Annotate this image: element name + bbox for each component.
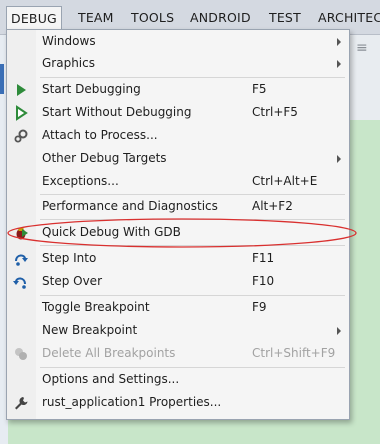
menu-item-label: Graphics [42,56,95,70]
menu-item-step-into[interactable]: Step Into F11 [7,247,349,270]
menu-item-shortcut: Ctrl+Alt+E [252,174,318,188]
background-area [350,120,380,444]
gdb-bug-icon [16,228,28,240]
menu-item-label: rust_application1 Properties... [42,395,222,409]
menu-android[interactable]: ANDROID [190,8,251,28]
debug-dropdown-menu: Windows Graphics Start Debugging F5 Star… [6,29,350,420]
menu-item-performance-diagnostics[interactable]: Performance and Diagnostics Alt+F2 [7,195,349,218]
wrench-icon [15,397,28,410]
menu-item-label: Performance and Diagnostics [42,199,218,213]
play-outline-icon [16,105,28,121]
menu-item-options-settings[interactable]: Options and Settings... [7,368,349,391]
menu-item-shortcut: F11 [252,251,275,265]
menu-separator [40,245,345,246]
menu-item-shortcut: Ctrl+F5 [252,105,298,119]
format-icon[interactable]: ≡ [356,40,368,56]
menu-item-label: Other Debug Targets [42,151,167,165]
menu-item-other-debug-targets[interactable]: Other Debug Targets [7,147,349,170]
menu-item-label: Step Into [42,251,97,265]
menu-item-shortcut: Ctrl+Shift+F9 [252,346,336,360]
menu-item-label: Toggle Breakpoint [42,300,150,314]
menu-item-quick-debug-gdb[interactable]: Quick Debug With GDB [7,221,349,244]
delete-breakpoints-icon [15,348,27,360]
gears-icon [14,129,28,143]
submenu-arrow-icon [337,38,341,46]
editor-left-marker [0,64,4,94]
menu-item-label: Quick Debug With GDB [42,225,181,239]
step-into-icon [15,254,28,266]
submenu-arrow-icon [337,60,341,68]
step-over-icon [13,277,26,289]
menu-item-attach-to-process[interactable]: Attach to Process... [7,124,349,147]
submenu-arrow-icon [337,327,341,335]
menu-item-shortcut: F5 [252,82,267,96]
menu-item-label: Step Over [42,274,102,288]
menu-item-start-debugging[interactable]: Start Debugging F5 [7,78,349,101]
menu-item-label: Options and Settings... [42,372,180,386]
menu-item-label: Start Debugging [42,82,141,96]
menu-architecture[interactable]: ARCHITECT [318,8,380,28]
submenu-arrow-icon [337,155,341,163]
menu-item-label: Start Without Debugging [42,105,192,119]
menu-item-step-over[interactable]: Step Over F10 [7,270,349,293]
menu-test[interactable]: TEST [269,8,301,28]
menu-item-shortcut: Alt+F2 [252,199,293,213]
menu-item-shortcut: F9 [252,300,267,314]
menu-item-toggle-breakpoint[interactable]: Toggle Breakpoint F9 [7,296,349,319]
menu-item-new-breakpoint[interactable]: New Breakpoint [7,319,349,342]
menu-debug[interactable]: DEBUG [6,6,62,31]
menu-item-label: New Breakpoint [42,323,138,337]
menu-tools[interactable]: TOOLS [131,8,174,28]
menu-item-label: Delete All Breakpoints [42,346,176,360]
menu-separator [40,219,345,220]
menu-item-exceptions[interactable]: Exceptions... Ctrl+Alt+E [7,170,349,193]
play-icon [17,84,26,96]
menu-item-label: Attach to Process... [42,128,158,142]
menu-item-windows[interactable]: Windows [7,30,349,53]
menu-item-graphics[interactable]: Graphics [7,52,349,75]
menu-item-start-without-debugging[interactable]: Start Without Debugging Ctrl+F5 [7,101,349,124]
menu-item-shortcut: F10 [252,274,275,288]
menu-item-project-properties[interactable]: rust_application1 Properties... [7,391,349,414]
menu-item-label: Exceptions... [42,174,119,188]
menu-team[interactable]: TEAM [78,8,114,28]
menu-item-delete-all-breakpoints: Delete All Breakpoints Ctrl+Shift+F9 [7,342,349,365]
menu-item-label: Windows [42,34,96,48]
